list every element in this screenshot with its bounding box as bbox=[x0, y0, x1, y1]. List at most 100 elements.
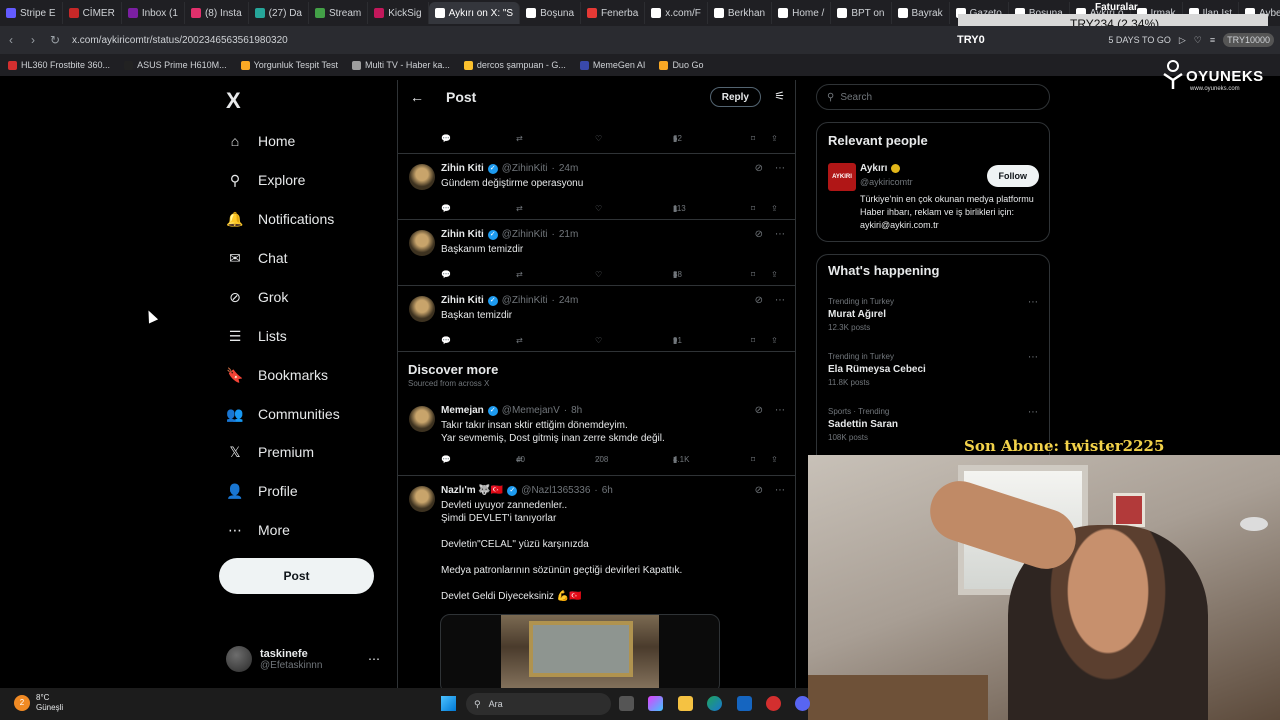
browser-tab[interactable]: Aykırı on X: "S bbox=[428, 2, 521, 24]
more-icon[interactable]: ⋯ bbox=[775, 229, 785, 240]
browser-tab[interactable]: Stripe E bbox=[0, 2, 63, 24]
file-explorer-icon[interactable] bbox=[678, 696, 693, 711]
trend-item[interactable]: Trending in Turkey Ela Rümeysa Cebeci 11.8… bbox=[828, 352, 1038, 387]
nav-item-profile[interactable]: 👤 Profile bbox=[226, 478, 297, 504]
tweet[interactable]: Zihin Kiti ✓ @ZihinKiti · 21m ⊘ ⋯ Başkanım temi… bbox=[398, 220, 795, 286]
back-arrow-icon[interactable]: ← bbox=[410, 89, 424, 105]
browser-tab[interactable]: KickSig bbox=[368, 2, 429, 24]
more-icon[interactable]: ⋯ bbox=[775, 163, 785, 174]
nav-item-notifications[interactable]: 🔔 Notifications bbox=[226, 206, 334, 232]
bookmark-icon[interactable]: ⌑ bbox=[751, 270, 755, 279]
browser-tab[interactable]: x.com/F bbox=[645, 2, 708, 24]
bookmark-item[interactable]: dercos şampuan - G... bbox=[463, 60, 566, 70]
bookmark-icon[interactable]: ⌑ bbox=[751, 134, 755, 143]
extension-countdown[interactable]: 5 DAYS TO GO bbox=[1108, 35, 1171, 45]
browser-tab[interactable]: Bayrak bbox=[892, 2, 950, 24]
tweet-handle[interactable]: @ZihinKiti bbox=[502, 229, 548, 240]
tweet[interactable]: Memejan ✓ @MemejanV · 8h ⊘ ⋯ Takır takır insan … bbox=[398, 396, 795, 476]
reply-button[interactable]: Reply bbox=[709, 87, 761, 107]
edge-icon[interactable] bbox=[707, 696, 722, 711]
share-icon[interactable]: ⇪ bbox=[771, 204, 778, 213]
bookmark-item[interactable]: Yorgunluk Tespit Test bbox=[240, 60, 338, 70]
share-icon[interactable]: ⇪ bbox=[771, 270, 778, 279]
browser-tab[interactable]: BPT on bbox=[831, 2, 892, 24]
more-icon[interactable]: ⋯ bbox=[1028, 407, 1038, 418]
x-logo-icon[interactable]: X bbox=[226, 88, 241, 114]
copilot-icon[interactable] bbox=[648, 696, 663, 711]
grok-icon[interactable]: ⊘ bbox=[755, 295, 763, 306]
discord-icon[interactable] bbox=[795, 696, 810, 711]
account-switcher[interactable]: taskinefe @Efetaskinnn ⋯ bbox=[226, 642, 386, 676]
tweet-handle[interactable]: @ZihinKiti bbox=[502, 163, 548, 174]
forward-icon[interactable]: › bbox=[22, 33, 44, 47]
nav-item-lists[interactable]: ☰ Lists bbox=[226, 323, 287, 349]
extension-balance[interactable]: TRY10000 bbox=[1223, 33, 1274, 47]
more-icon[interactable]: ⋯ bbox=[1028, 297, 1038, 308]
tweet-author[interactable]: Nazlı'm 🐺🇹🇷 bbox=[441, 485, 503, 496]
trend-item[interactable]: Trending in Turkey Murat Ağırel 12.3K post… bbox=[828, 297, 1038, 332]
more-icon[interactable]: ⋯ bbox=[775, 295, 785, 306]
nav-item-explore[interactable]: ⚲ Explore bbox=[226, 167, 306, 193]
tweet[interactable]: Zihin Kiti ✓ @ZihinKiti · 24m ⊘ ⋯ Başkan temizd… bbox=[398, 286, 795, 352]
avatar[interactable] bbox=[409, 406, 435, 432]
grok-icon[interactable]: ⊘ bbox=[755, 163, 763, 174]
bookmark-icon[interactable]: ⌑ bbox=[751, 455, 755, 464]
browser-tab[interactable]: Boşuna bbox=[520, 2, 582, 24]
bookmark-icon[interactable]: ⌑ bbox=[751, 336, 755, 345]
tweet[interactable]: Zihin Kiti ✓ @ZihinKiti · 24m ⊘ ⋯ Gündem değişt… bbox=[398, 154, 795, 220]
share-icon[interactable]: ⇪ bbox=[771, 134, 778, 143]
windows-start-icon[interactable] bbox=[441, 696, 456, 711]
tweet-author[interactable]: Zihin Kiti bbox=[441, 295, 484, 306]
nav-item-more[interactable]: ⋯ More bbox=[226, 517, 290, 543]
url-field[interactable]: x.com/aykiricomtr/status/200234656356198… bbox=[72, 35, 288, 46]
nav-item-chat[interactable]: ✉ Chat bbox=[226, 245, 287, 271]
more-icon[interactable]: ⋯ bbox=[775, 485, 785, 496]
play-icon[interactable]: ▷ bbox=[1179, 35, 1186, 46]
nav-item-communities[interactable]: 👥 Communities bbox=[226, 401, 339, 427]
browser-tab[interactable]: Fenerba bbox=[581, 2, 646, 24]
share-icon[interactable]: ⇪ bbox=[771, 336, 778, 345]
tweet-media[interactable] bbox=[440, 614, 720, 690]
bookmark-icon[interactable]: ⌑ bbox=[751, 204, 755, 213]
grok-icon[interactable]: ⊘ bbox=[755, 229, 763, 240]
taskbar-search[interactable]: ⚲ Ara bbox=[466, 693, 611, 715]
follow-button[interactable]: Follow bbox=[986, 165, 1039, 187]
weather-widget[interactable]: 2 8°C Güneşli bbox=[14, 693, 63, 713]
opera-icon[interactable] bbox=[766, 696, 781, 711]
post-button[interactable]: Post bbox=[219, 558, 374, 594]
tweet-author[interactable]: Zihin Kiti bbox=[441, 229, 484, 240]
more-icon[interactable]: ⋯ bbox=[775, 405, 785, 416]
tweet-handle[interactable]: @Nazl1365336 bbox=[521, 485, 590, 496]
more-icon[interactable]: ⋯ bbox=[368, 652, 380, 666]
heart-icon[interactable]: ♡ bbox=[1194, 35, 1202, 46]
back-icon[interactable]: ‹ bbox=[0, 33, 22, 47]
search-input[interactable]: ⚲ Search bbox=[816, 84, 1050, 110]
browser-tab[interactable]: (8) Insta bbox=[185, 2, 249, 24]
store-icon[interactable] bbox=[737, 696, 752, 711]
bookmark-item[interactable]: ASUS Prime H610M... bbox=[124, 60, 227, 70]
browser-tab[interactable]: (27) Da bbox=[249, 2, 309, 24]
task-view-icon[interactable] bbox=[619, 696, 634, 711]
grok-icon[interactable]: ⊘ bbox=[755, 405, 763, 416]
avatar[interactable] bbox=[409, 486, 435, 512]
bookmark-item[interactable]: Duo Go bbox=[659, 60, 703, 70]
avatar[interactable] bbox=[409, 296, 435, 322]
tweet-author[interactable]: Zihin Kiti bbox=[441, 163, 484, 174]
tweet-author[interactable]: Memejan bbox=[441, 405, 484, 416]
browser-tab[interactable]: CİMER bbox=[63, 2, 122, 24]
nav-item-home[interactable]: ⌂ Home bbox=[226, 128, 296, 154]
nav-item-grok[interactable]: ⊘ Grok bbox=[226, 284, 288, 310]
avatar[interactable] bbox=[409, 230, 435, 256]
filter-icon[interactable]: ⚟ bbox=[774, 89, 785, 103]
grok-icon[interactable]: ⊘ bbox=[755, 485, 763, 496]
browser-tab[interactable]: Stream bbox=[309, 2, 369, 24]
reload-icon[interactable]: ↻ bbox=[44, 33, 66, 47]
browser-tab[interactable]: Berkhan bbox=[708, 2, 773, 24]
aykiri-logo[interactable]: AYKIRI bbox=[828, 163, 856, 191]
more-icon[interactable]: ⋯ bbox=[1028, 352, 1038, 363]
tweet-handle[interactable]: @ZihinKiti bbox=[502, 295, 548, 306]
nav-item-premium[interactable]: 𝕏 Premium bbox=[226, 439, 314, 465]
browser-tab[interactable]: Inbox (1 bbox=[122, 2, 185, 24]
bookmark-item[interactable]: Multi TV - Haber ka... bbox=[352, 60, 450, 70]
avatar[interactable] bbox=[409, 164, 435, 190]
